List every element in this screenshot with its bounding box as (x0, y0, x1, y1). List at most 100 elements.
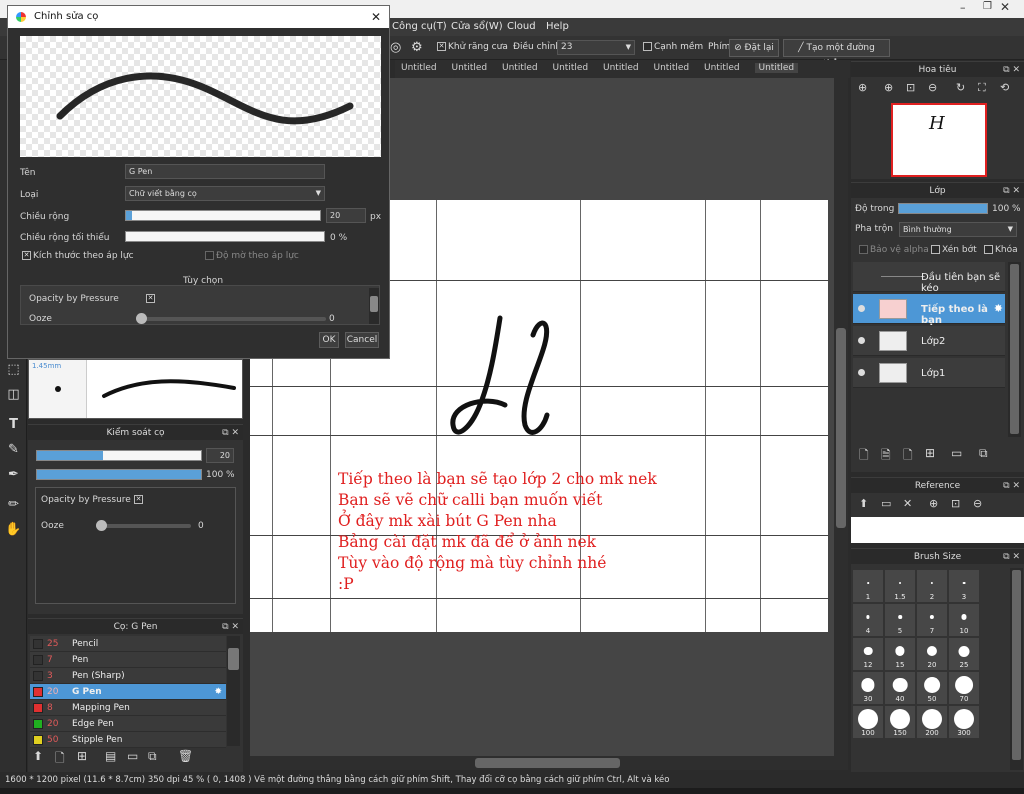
zoom-out-icon[interactable]: ⊖ (928, 81, 937, 94)
layer-row[interactable]: Lớp1 (853, 358, 1005, 388)
gear-icon[interactable]: ⚙ (411, 40, 423, 55)
scrollbar-thumb[interactable] (228, 648, 239, 670)
brush-size-cell[interactable]: 300 (949, 706, 979, 738)
folder-icon[interactable]: ▭ (127, 749, 138, 763)
layer-row[interactable]: Tiếp theo là bạn ✸ (853, 294, 1005, 326)
fit-icon[interactable]: ⊡ (951, 497, 960, 510)
cancel-button[interactable]: Cancel (345, 332, 379, 348)
zoom-out-icon[interactable]: ⊖ (973, 497, 982, 510)
brush-size-cell[interactable]: 70 (949, 672, 979, 704)
gear-icon[interactable]: ✸ (994, 302, 1003, 315)
brush-list-item[interactable]: 25 Pencil (30, 636, 226, 652)
brush-size-slider[interactable] (36, 450, 202, 461)
brush-list-item[interactable]: 50 Stipple Pen (30, 732, 226, 748)
zoom-in-icon[interactable]: ⊕ (929, 497, 938, 510)
menu-window[interactable]: Cửa sổ(W) (451, 21, 503, 32)
brush-list-item[interactable]: 8 Mapping Pen (30, 700, 226, 716)
layer-opacity-slider[interactable] (898, 203, 988, 214)
scrollbar-thumb[interactable] (1012, 570, 1021, 760)
clip-toggle[interactable]: Xén bớt (931, 245, 977, 255)
trash-icon[interactable]: 🗑 (178, 749, 193, 763)
tab-untitled[interactable]: Untitled (401, 63, 437, 73)
ok-button[interactable]: OK (319, 332, 339, 348)
close-icon[interactable]: ✕ (903, 497, 912, 510)
size-pressure-toggle[interactable]: ✕ Kích thước theo áp lực (22, 251, 134, 261)
copy-icon[interactable]: ⧉ (148, 749, 157, 764)
eye-icon[interactable] (858, 369, 865, 376)
brush-list-item[interactable]: 3 Pen (Sharp) (30, 668, 226, 684)
lasso-tool-icon[interactable]: ✎ (4, 440, 23, 459)
tab-untitled[interactable]: Untitled (452, 63, 488, 73)
upload-icon[interactable]: ⬆ (859, 497, 868, 510)
brush-size-cell[interactable]: 50 (917, 672, 947, 704)
smooth-edge-toggle[interactable]: Cạnh mềm (643, 42, 703, 52)
scrollbar-thumb[interactable] (370, 296, 378, 312)
reset-view-icon[interactable]: ⟲ (1000, 81, 1009, 94)
menu-cloud[interactable]: Cloud (507, 21, 536, 32)
layer-scrollbar[interactable] (1008, 262, 1021, 437)
brush-size-cell[interactable]: 150 (885, 706, 915, 738)
canvas-horizontal-scrollbar[interactable] (250, 756, 848, 770)
width-value-input[interactable]: 20 (326, 208, 366, 223)
adjust-select[interactable]: 23 ▼ (557, 40, 635, 55)
brush-size-cell[interactable]: 12 (853, 638, 883, 670)
folder-icon[interactable]: ▭ (951, 446, 962, 460)
create-line-button[interactable]: ╱ Tạo một đường thẳng (783, 39, 890, 69)
menu-help[interactable]: Help (546, 21, 569, 32)
brush-size-cell[interactable]: 1.5 (885, 570, 915, 602)
opacity-pressure-toggle[interactable]: Độ mờ theo áp lực (205, 251, 299, 261)
brush-size-scrollbar[interactable] (1010, 568, 1023, 770)
brush-type-select[interactable]: Chữ viết bằng cọ ▼ (125, 186, 325, 201)
eye-icon[interactable] (858, 337, 865, 344)
lock-toggle[interactable]: Khóa (984, 245, 1018, 255)
tab-untitled[interactable]: Untitled (704, 63, 740, 73)
brush-list-item[interactable]: 20 Edge Pen (30, 716, 226, 732)
target-icon[interactable]: ◎ (390, 40, 401, 55)
protect-alpha-toggle[interactable]: Bảo vệ alpha (859, 245, 929, 255)
slider-knob[interactable] (96, 520, 107, 531)
selection-tool-icon[interactable]: ⬚ (4, 360, 23, 379)
brush-name-input[interactable]: G Pen (125, 164, 325, 179)
document-icon[interactable]: ▤ (105, 749, 116, 763)
brush-list-item[interactable]: 7 Pen (30, 652, 226, 668)
upload-icon[interactable]: ⬆ (33, 749, 43, 763)
panel-close-icon[interactable]: ⧉ ✕ (222, 425, 239, 441)
brush-size-cell[interactable]: 40 (885, 672, 915, 704)
panel-close-icon[interactable]: ⧉ ✕ (1003, 62, 1020, 78)
eye-icon[interactable] (858, 305, 865, 312)
panel-close-icon[interactable]: ⧉ ✕ (222, 619, 239, 635)
brush-size-cell[interactable]: 3 (949, 570, 979, 602)
menu-tools[interactable]: Công cụ(T) (392, 21, 447, 32)
brush-size-cell[interactable]: 100 (853, 706, 883, 738)
close-window-icon[interactable]: ✕ (1000, 0, 1010, 14)
scrollbar-thumb[interactable] (1010, 264, 1019, 434)
minimize-icon[interactable]: – (960, 1, 966, 14)
options-scrollbar[interactable] (369, 288, 379, 324)
opacity-by-pressure-checkbox[interactable]: ✕ (146, 294, 155, 303)
fullscreen-icon[interactable]: ⛶ (978, 81, 986, 95)
close-icon[interactable]: ✕ (371, 6, 381, 28)
folder-icon[interactable]: ▭ (881, 497, 891, 510)
eyedropper-tool-icon[interactable]: ✒ (4, 465, 23, 484)
scrollbar-thumb[interactable] (475, 758, 620, 768)
antialias-toggle[interactable]: ✕ Khử răng cưa (437, 42, 508, 52)
tab-untitled[interactable]: Untitled (654, 63, 690, 73)
brush-size-cell[interactable]: 1 (853, 570, 883, 602)
panel-close-icon[interactable]: ⧉ ✕ (1003, 549, 1020, 565)
new-layer-icon[interactable]: 🗋 (903, 446, 913, 467)
gear-icon[interactable]: ✸ (214, 684, 222, 700)
zoom-in-icon[interactable]: ⊕ (858, 81, 867, 94)
opacity-by-pressure-checkbox[interactable]: ✕ (134, 495, 143, 504)
panel-close-icon[interactable]: ⧉ ✕ (1003, 183, 1020, 199)
rotate-icon[interactable]: ↻ (956, 81, 965, 94)
width-slider[interactable] (125, 210, 321, 221)
zoom-in-icon[interactable]: ⊕ (884, 81, 893, 94)
layer-row[interactable]: Lớp2 (853, 326, 1005, 356)
add-brush-icon[interactable]: ⊞ (77, 749, 87, 763)
brush-size-cell[interactable]: 5 (885, 604, 915, 636)
reset-button[interactable]: ⊘ Đặt lại (729, 39, 779, 57)
brush-size-cell[interactable]: 10 (949, 604, 979, 636)
brush-list-scrollbar[interactable] (227, 636, 240, 746)
text-tool-icon[interactable]: T (4, 415, 23, 434)
panel-close-icon[interactable]: ⧉ ✕ (1003, 478, 1020, 494)
